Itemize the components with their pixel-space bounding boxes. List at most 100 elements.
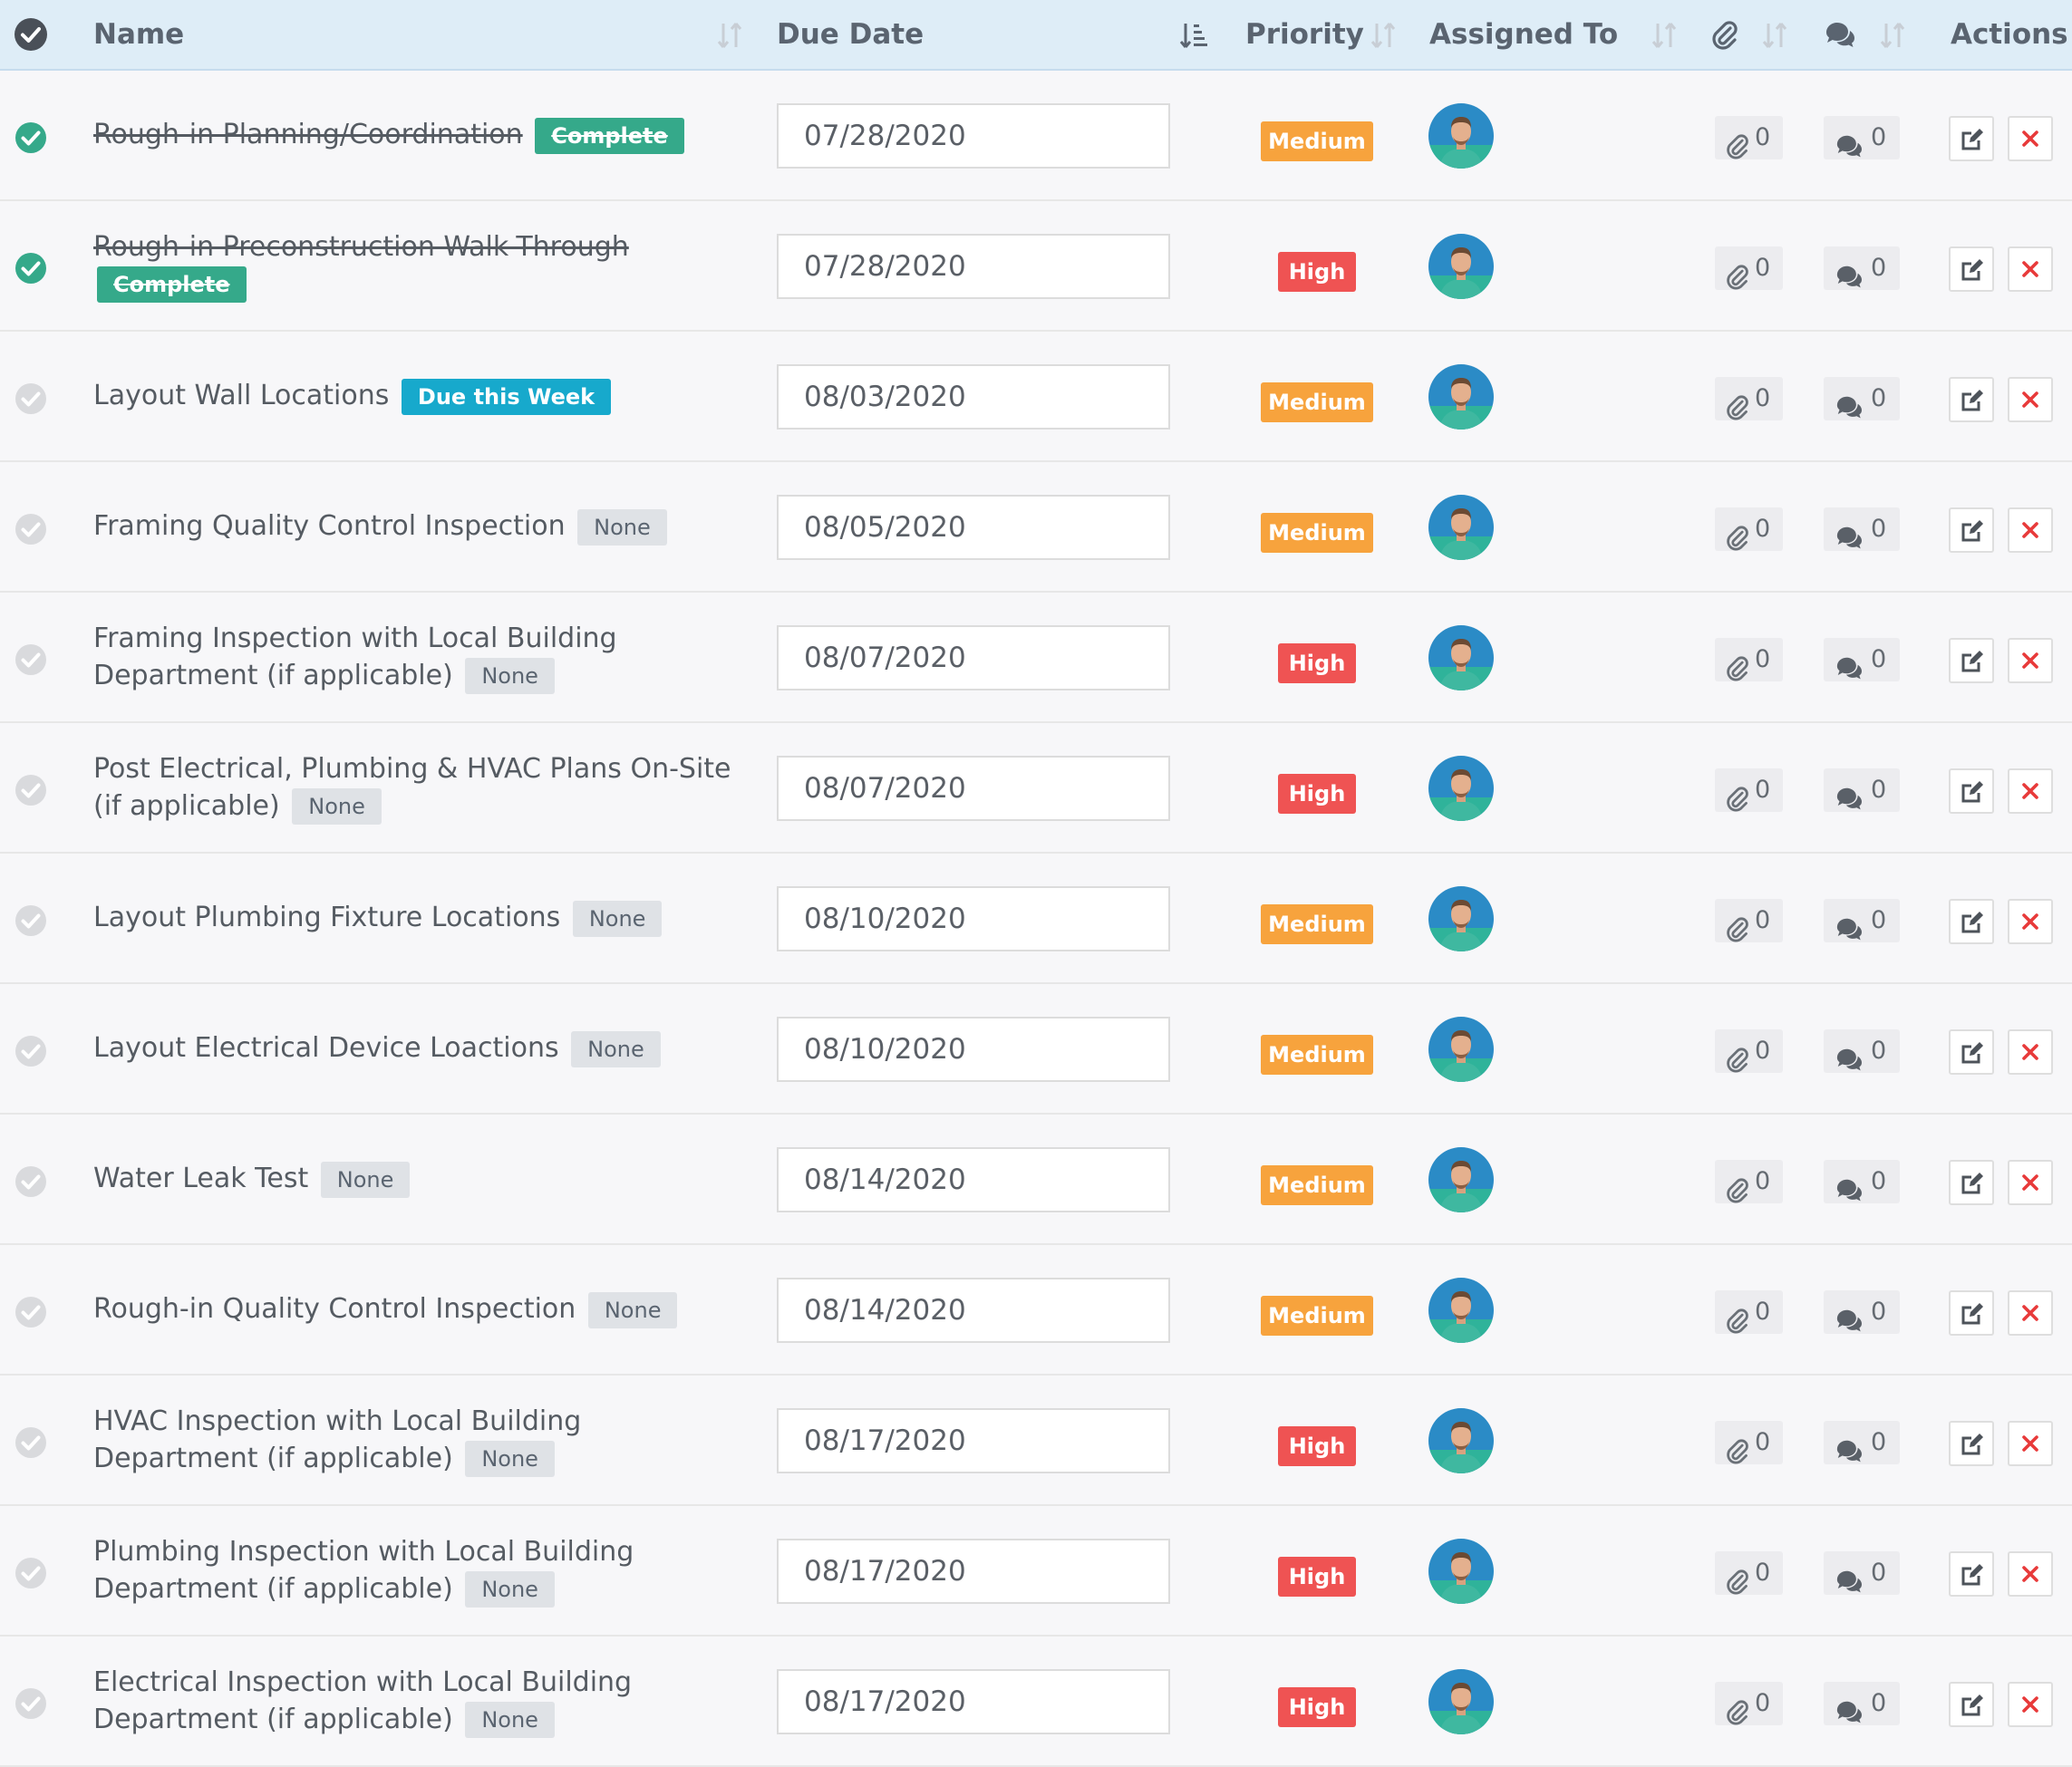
comments-button[interactable]: 0 <box>1824 768 1900 812</box>
task-name[interactable]: Framing Quality Control Inspection None <box>93 507 667 546</box>
task-name[interactable]: HVAC Inspection with Local Building Depa… <box>93 1403 746 1478</box>
complete-toggle-checkbox[interactable] <box>15 513 47 546</box>
complete-toggle-checkbox[interactable] <box>15 121 47 154</box>
avatar[interactable] <box>1428 886 1494 951</box>
comments-button[interactable]: 0 <box>1824 377 1900 420</box>
avatar[interactable] <box>1428 1147 1494 1212</box>
comments-button[interactable]: 0 <box>1824 246 1900 290</box>
avatar[interactable] <box>1428 1278 1494 1343</box>
due-date-field[interactable]: 08/10/2020 <box>777 886 1170 951</box>
task-name[interactable]: Layout Plumbing Fixture Locations None <box>93 899 663 937</box>
comments-button[interactable]: 0 <box>1824 899 1900 942</box>
sort-icon[interactable] <box>1879 20 1906 54</box>
edit-button[interactable] <box>1949 246 1994 292</box>
attachments-button[interactable]: 0 <box>1715 246 1783 290</box>
sort-icon[interactable] <box>1761 20 1788 54</box>
delete-button[interactable] <box>2008 1682 2053 1727</box>
edit-button[interactable] <box>1949 507 1994 553</box>
attachments-button[interactable]: 0 <box>1715 1421 1783 1464</box>
complete-toggle-checkbox[interactable] <box>15 643 47 676</box>
complete-toggle-checkbox[interactable] <box>15 382 47 415</box>
due-date-field[interactable]: 07/28/2020 <box>777 103 1170 169</box>
due-date-field[interactable]: 07/28/2020 <box>777 234 1170 299</box>
edit-button[interactable] <box>1949 1421 1994 1466</box>
complete-toggle-checkbox[interactable] <box>15 1426 47 1459</box>
complete-toggle-checkbox[interactable] <box>15 252 47 285</box>
attachments-button[interactable]: 0 <box>1715 638 1783 681</box>
due-date-field[interactable]: 08/05/2020 <box>777 495 1170 560</box>
delete-button[interactable] <box>2008 1551 2053 1597</box>
avatar[interactable] <box>1428 1408 1494 1473</box>
avatar[interactable] <box>1428 103 1494 169</box>
comments-button[interactable]: 0 <box>1824 1029 1900 1073</box>
column-header-due-date[interactable]: Due Date <box>777 0 924 69</box>
delete-button[interactable] <box>2008 768 2053 814</box>
attachments-button[interactable]: 0 <box>1715 1290 1783 1334</box>
sort-ascending-icon[interactable] <box>1178 20 1209 54</box>
avatar[interactable] <box>1428 625 1494 690</box>
comments-button[interactable]: 0 <box>1824 1682 1900 1725</box>
due-date-field[interactable]: 08/14/2020 <box>777 1278 1170 1343</box>
delete-button[interactable] <box>2008 638 2053 683</box>
task-name[interactable]: Rough-in Preconstruction Walk-Through Co… <box>93 228 746 304</box>
attachments-button[interactable]: 0 <box>1715 377 1783 420</box>
avatar[interactable] <box>1428 1539 1494 1604</box>
delete-button[interactable] <box>2008 1290 2053 1336</box>
avatar[interactable] <box>1428 234 1494 299</box>
delete-button[interactable] <box>2008 1029 2053 1075</box>
comments-button[interactable]: 0 <box>1824 116 1900 159</box>
task-name[interactable]: Post Electrical, Plumbing & HVAC Plans O… <box>93 750 746 826</box>
avatar[interactable] <box>1428 1669 1494 1734</box>
complete-toggle-checkbox[interactable] <box>15 1035 47 1067</box>
edit-button[interactable] <box>1949 377 1994 422</box>
task-name[interactable]: Framing Inspection with Local Building D… <box>93 620 746 695</box>
delete-button[interactable] <box>2008 246 2053 292</box>
edit-button[interactable] <box>1949 1029 1994 1075</box>
delete-button[interactable] <box>2008 899 2053 944</box>
edit-button[interactable] <box>1949 1290 1994 1336</box>
delete-button[interactable] <box>2008 116 2053 161</box>
edit-button[interactable] <box>1949 899 1994 944</box>
avatar[interactable] <box>1428 495 1494 560</box>
due-date-field[interactable]: 08/03/2020 <box>777 364 1170 430</box>
delete-button[interactable] <box>2008 507 2053 553</box>
attachments-button[interactable]: 0 <box>1715 1551 1783 1595</box>
due-date-field[interactable]: 08/17/2020 <box>777 1539 1170 1604</box>
due-date-field[interactable]: 08/17/2020 <box>777 1408 1170 1473</box>
task-name[interactable]: Layout Wall Locations Due this Week <box>93 377 612 415</box>
attachments-button[interactable]: 0 <box>1715 1029 1783 1073</box>
sort-icon[interactable] <box>1370 20 1397 54</box>
comments-button[interactable]: 0 <box>1824 1421 1900 1464</box>
edit-button[interactable] <box>1949 1682 1994 1727</box>
due-date-field[interactable]: 08/07/2020 <box>777 756 1170 821</box>
due-date-field[interactable]: 08/14/2020 <box>777 1147 1170 1212</box>
select-all-checkbox[interactable] <box>14 0 50 69</box>
comments-button[interactable]: 0 <box>1824 1290 1900 1334</box>
delete-button[interactable] <box>2008 377 2053 422</box>
avatar[interactable] <box>1428 364 1494 430</box>
task-name[interactable]: Plumbing Inspection with Local Building … <box>93 1533 746 1608</box>
column-header-assigned-to[interactable]: Assigned To <box>1429 0 1618 69</box>
edit-button[interactable] <box>1949 1160 1994 1205</box>
due-date-field[interactable]: 08/07/2020 <box>777 625 1170 690</box>
edit-button[interactable] <box>1949 116 1994 161</box>
comments-button[interactable]: 0 <box>1824 507 1900 551</box>
attachments-button[interactable]: 0 <box>1715 1682 1783 1725</box>
comments-button[interactable]: 0 <box>1824 638 1900 681</box>
attachments-button[interactable]: 0 <box>1715 507 1783 551</box>
task-name[interactable]: Layout Electrical Device Loactions None <box>93 1029 661 1067</box>
due-date-field[interactable]: 08/10/2020 <box>777 1017 1170 1082</box>
complete-toggle-checkbox[interactable] <box>15 774 47 806</box>
complete-toggle-checkbox[interactable] <box>15 1687 47 1720</box>
task-name[interactable]: Water Leak Test None <box>93 1160 411 1198</box>
avatar[interactable] <box>1428 1017 1494 1082</box>
attachments-button[interactable]: 0 <box>1715 116 1783 159</box>
delete-button[interactable] <box>2008 1421 2053 1466</box>
complete-toggle-checkbox[interactable] <box>15 904 47 937</box>
edit-button[interactable] <box>1949 1551 1994 1597</box>
delete-button[interactable] <box>2008 1160 2053 1205</box>
comments-button[interactable]: 0 <box>1824 1160 1900 1203</box>
complete-toggle-checkbox[interactable] <box>15 1557 47 1589</box>
comments-button[interactable]: 0 <box>1824 1551 1900 1595</box>
attachments-button[interactable]: 0 <box>1715 899 1783 942</box>
